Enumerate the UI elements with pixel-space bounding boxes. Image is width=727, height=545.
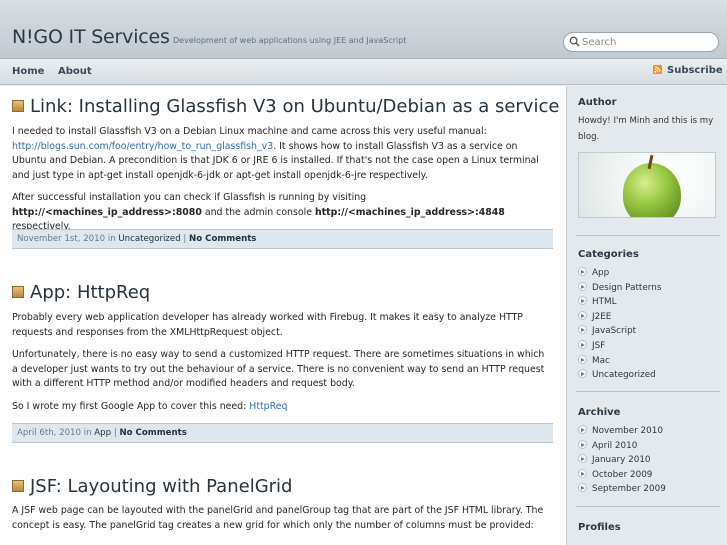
category-item[interactable]: App (578, 266, 661, 281)
category-item[interactable]: Mac (578, 354, 661, 369)
post-paragraph: Unfortunately, there is no easy way to s… (12, 349, 545, 390)
category-label[interactable]: Design Patterns (592, 283, 661, 293)
post-paragraph: Probably every web application developer… (12, 312, 523, 338)
site-description: Development of web applications using JE… (173, 36, 407, 45)
arrow-bullet-icon (578, 483, 587, 493)
post-title-text[interactable]: Link: Installing Glassfish V3 on Ubuntu/… (30, 96, 559, 117)
arrow-bullet-icon (578, 354, 587, 364)
search-box[interactable] (563, 32, 719, 52)
arrow-bullet-icon (578, 369, 587, 379)
post-meta: April 6th, 2010 in App | No Comments (12, 423, 553, 443)
archive-label[interactable]: September 2009 (592, 484, 666, 494)
subscribe-link[interactable]: Subscribe (653, 65, 723, 76)
archive-item[interactable]: September 2009 (578, 482, 666, 497)
archive-label[interactable]: November 2010 (592, 426, 663, 436)
nav-item-home[interactable]: Home (12, 66, 44, 77)
subscribe-label: Subscribe (667, 65, 723, 76)
category-label[interactable]: HTML (592, 297, 616, 307)
post-title-text[interactable]: App: HttpReq (30, 282, 150, 303)
arrow-bullet-icon (578, 296, 587, 306)
arrow-bullet-icon (578, 468, 587, 478)
post-date: November 1st, 2010 in (17, 234, 116, 244)
text: So I wrote my first Google App to cover … (12, 401, 250, 412)
post-paragraph: So I wrote my first Google App to cover … (12, 400, 552, 415)
category-label[interactable]: J2EE (592, 312, 611, 322)
category-label[interactable]: Mac (592, 356, 610, 366)
sidebar: Author Howdy! I'm Minh and this is my bl… (566, 86, 727, 545)
nav-item-about[interactable]: About (58, 66, 92, 77)
post-paragraph: I needed to install Glassfish V3 on a De… (12, 125, 552, 183)
profiles-heading: Profiles (578, 522, 621, 533)
arrow-bullet-icon (578, 281, 587, 291)
post-icon (12, 100, 24, 112)
category-item[interactable]: Design Patterns (578, 281, 661, 296)
category-item[interactable]: JavaScript (578, 324, 661, 339)
archive-label[interactable]: October 2009 (592, 470, 652, 480)
category-item[interactable]: JSF (578, 339, 661, 354)
apple-image (623, 163, 681, 217)
admin-console-url: http://<machines_ip_address>:4848 (314, 206, 505, 218)
archive-item[interactable]: November 2010 (578, 424, 666, 439)
archive-label[interactable]: April 2010 (592, 441, 637, 451)
category-label[interactable]: App (592, 268, 609, 278)
category-item[interactable]: J2EE (578, 310, 661, 325)
categories-heading: Categories (578, 249, 639, 260)
text: and the admin console (201, 206, 315, 218)
post-date: April 6th, 2010 in (17, 428, 92, 438)
divider (576, 391, 720, 392)
archive-item[interactable]: April 2010 (578, 439, 666, 454)
post-category-link[interactable]: Uncategorized (118, 234, 180, 244)
post-title[interactable]: App: HttpReq (12, 282, 150, 303)
category-label[interactable]: JavaScript (592, 326, 636, 336)
category-item[interactable]: HTML (578, 295, 661, 310)
author-image (578, 152, 716, 218)
arrow-bullet-icon (578, 310, 587, 320)
author-text: Howdy! I'm Minh and this is my blog. (578, 116, 714, 142)
divider (576, 506, 720, 507)
search-input[interactable] (582, 35, 714, 50)
main-content: Link: Installing Glassfish V3 on Ubuntu/… (0, 86, 566, 545)
arrow-bullet-icon (578, 425, 587, 434)
category-item[interactable]: Uncategorized (578, 368, 661, 383)
post-title[interactable]: JSF: Layouting with PanelGrid (12, 476, 292, 497)
post-icon (12, 480, 24, 492)
post-title[interactable]: Link: Installing Glassfish V3 on Ubuntu/… (12, 96, 559, 117)
categories-list: App Design Patterns HTML J2EE JavaScript… (578, 266, 661, 383)
post-paragraph: A JSF web page can be layouted with the … (12, 505, 544, 531)
glassfish-url: http://<machines_ip_address>:8080 (12, 206, 202, 218)
separator: | (113, 428, 117, 438)
arrow-bullet-icon (578, 267, 587, 276)
site-header: N!GO IT Services Development of web appl… (0, 0, 727, 59)
author-heading: Author (578, 97, 617, 108)
manual-link[interactable]: http://blogs.sun.com/foo/entry/how_to_ru… (12, 141, 273, 152)
arrow-bullet-icon (578, 454, 587, 464)
category-label[interactable]: JSF (592, 341, 605, 351)
post-icon (12, 286, 24, 298)
divider (576, 235, 720, 236)
archive-item[interactable]: January 2010 (578, 453, 666, 468)
archive-label[interactable]: January 2010 (592, 455, 651, 465)
rss-icon (653, 65, 662, 74)
site-title[interactable]: N!GO IT Services (12, 26, 170, 48)
post-comments-link[interactable]: No Comments (119, 428, 186, 438)
main-nav: Home About Subscribe (0, 60, 727, 85)
post-title-text[interactable]: JSF: Layouting with PanelGrid (30, 476, 292, 497)
text: After successful installation you can ch… (12, 192, 367, 203)
separator: | (183, 234, 187, 244)
post-category-link[interactable]: App (94, 428, 111, 438)
arrow-bullet-icon (578, 439, 587, 449)
search-icon (569, 36, 580, 47)
arrow-bullet-icon (578, 325, 587, 335)
text: I needed to install Glassfish V3 on a De… (12, 126, 487, 137)
httpreq-link[interactable]: HttpReq (249, 401, 287, 412)
archive-item[interactable]: October 2009 (578, 468, 666, 483)
archive-heading: Archive (578, 407, 621, 418)
category-label[interactable]: Uncategorized (592, 370, 656, 380)
arrow-bullet-icon (578, 339, 587, 349)
post-meta: November 1st, 2010 in Uncategorized | No… (12, 229, 553, 249)
archive-list: November 2010 April 2010 January 2010 Oc… (578, 424, 666, 497)
post-comments-link[interactable]: No Comments (189, 234, 256, 244)
